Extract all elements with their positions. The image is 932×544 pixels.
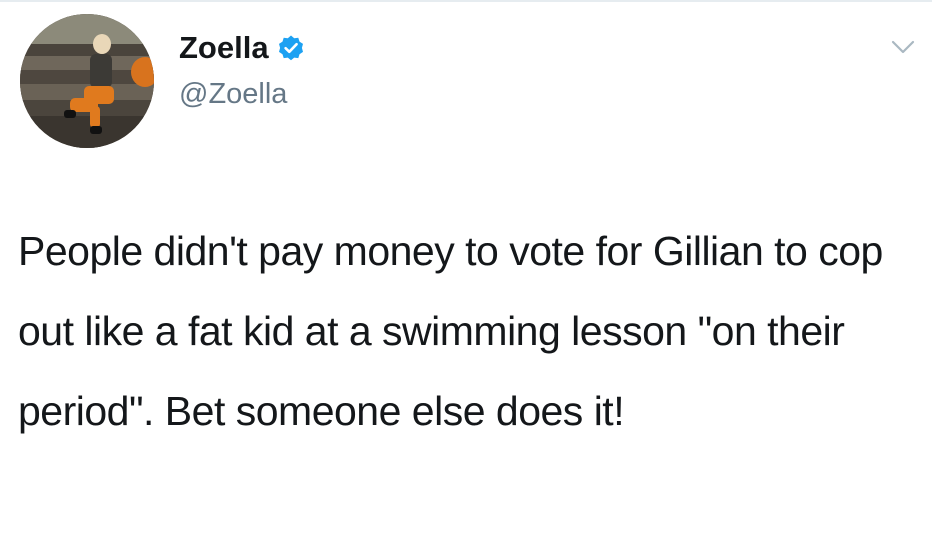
tweet-text: People didn't pay money to vote for Gill… <box>18 228 883 434</box>
top-divider <box>0 0 932 2</box>
author-display-name[interactable]: Zoella <box>179 28 269 68</box>
author-name-row[interactable]: Zoella <box>179 28 305 68</box>
chevron-down-icon[interactable] <box>890 38 916 56</box>
avatar-photo <box>20 14 154 148</box>
verified-badge-icon <box>277 34 305 62</box>
avatar[interactable] <box>20 14 154 148</box>
author-handle[interactable]: @Zoella <box>179 74 287 114</box>
